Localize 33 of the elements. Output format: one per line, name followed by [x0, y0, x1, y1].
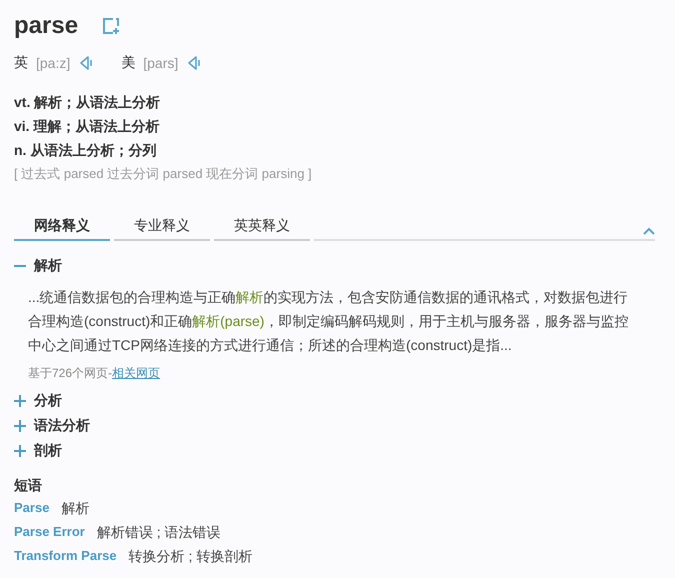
- phrase-meaning: 解析: [61, 499, 90, 518]
- phrase-meaning: 转换分析 ; 转换剖析: [128, 547, 252, 566]
- sense-term: 语法分析: [34, 417, 90, 435]
- plus-icon[interactable]: [14, 420, 26, 432]
- collapse-chevron-icon[interactable]: [643, 227, 655, 235]
- definition: n. 从语法上分析；分列: [14, 141, 158, 160]
- related-pages-link[interactable]: 相关网页: [112, 365, 160, 382]
- sense-term: 分析: [34, 392, 62, 410]
- phrase-link[interactable]: Parse: [14, 496, 50, 520]
- phonetic: [pars]: [143, 55, 178, 71]
- speaker-icon[interactable]: [186, 55, 202, 71]
- region-label: 英: [14, 54, 28, 72]
- word-forms: [ 过去式 parsed 过去分词 parsed 现在分词 parsing ]: [14, 165, 313, 183]
- phrase-link[interactable]: Transform Parse: [14, 544, 117, 568]
- phrases-heading: 短语: [14, 476, 43, 495]
- tab[interactable]: 网络释义: [14, 216, 110, 241]
- phrase-meaning: 解析错误 ; 语法错误: [96, 523, 220, 542]
- phrase-link[interactable]: Parse Error: [14, 520, 85, 544]
- speaker-icon[interactable]: [78, 55, 94, 71]
- plus-icon[interactable]: [14, 395, 26, 407]
- plus-icon[interactable]: [14, 445, 26, 457]
- headword: parse: [14, 12, 78, 40]
- definition: vi. 理解；从语法上分析: [14, 117, 160, 136]
- sense-term: 剖析: [34, 442, 62, 460]
- tab[interactable]: 专业释义: [114, 216, 210, 241]
- tab[interactable]: 英英释义: [214, 216, 310, 241]
- phonetic: [pa:z]: [36, 55, 70, 71]
- sense-term: 解析: [34, 257, 62, 275]
- source-note: 基于726个网页-: [28, 365, 112, 382]
- region-label: 美: [121, 54, 136, 72]
- excerpt-paragraph: ...统通信数据包的合理构造与正确解析的实现方法，包含安防通信数据的通讯格式，对数据包进行合理构造(construct)和正确解析(parse)，即制定编码解码规则，用于主机与服务器，服务器与监控中心之间通过TCP网络连接的方式进行通信；所述的合理构造(construct)是指...: [28, 288, 630, 355]
- definition: vt. 解析；从语法上分析: [14, 93, 162, 112]
- add-to-wordbook-icon[interactable]: [102, 17, 120, 35]
